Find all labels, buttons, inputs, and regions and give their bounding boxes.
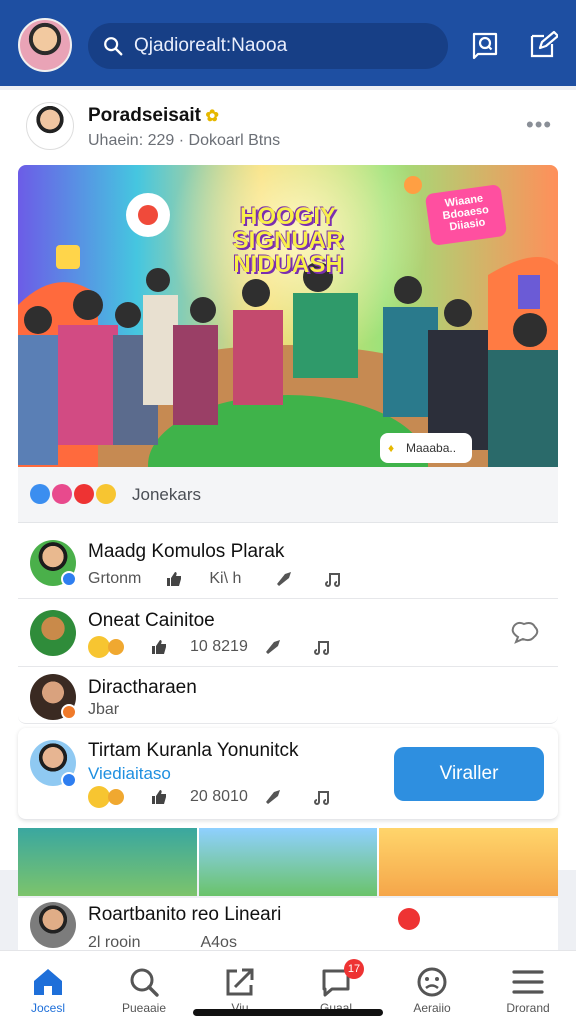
share-icon[interactable] xyxy=(275,570,293,588)
emoji-icon xyxy=(88,786,110,808)
tab-label: Aeraiio xyxy=(413,1001,451,1015)
search-icon xyxy=(130,968,159,997)
comment-meta-text: Jbar xyxy=(88,701,120,718)
search-icon xyxy=(104,37,123,56)
tag-icon: ♦ xyxy=(388,441,395,455)
like-icon[interactable] xyxy=(150,638,168,656)
reaction-icons xyxy=(30,484,118,504)
author-subtitle: Uhaein: 229 · Dokoarl Btns xyxy=(88,132,281,149)
more-options-icon[interactable]: ••• xyxy=(526,112,552,138)
media-strip xyxy=(18,828,559,896)
compose-icon[interactable] xyxy=(528,30,558,60)
verified-badge-icon xyxy=(61,571,77,587)
home-icon xyxy=(34,969,62,995)
tab-home[interactable]: Jocesl xyxy=(0,951,96,1024)
comment-row[interactable]: Roartbanito reo Lineari 2l rooin A4os xyxy=(18,898,558,954)
search-text: Qjadiorealt:Naooa xyxy=(134,35,288,56)
love-reaction-icon xyxy=(52,484,72,504)
music-icon[interactable] xyxy=(313,788,332,806)
menu-icon xyxy=(512,970,544,994)
tab-menu[interactable]: Drorand xyxy=(480,951,576,1024)
music-icon[interactable] xyxy=(313,638,332,656)
comment-avatar[interactable] xyxy=(30,610,76,656)
comment-title: Oneat Cainitoe xyxy=(88,610,215,631)
emoji-icon xyxy=(88,636,110,658)
comment-meta: 20 8010 xyxy=(88,786,332,808)
share-icon[interactable] xyxy=(264,638,282,656)
like-icon[interactable] xyxy=(165,570,183,588)
verified-badge-icon xyxy=(61,772,77,788)
comment-bubble-icon[interactable] xyxy=(508,620,540,646)
search-bar[interactable]: Qjadiorealt:Naooa xyxy=(88,23,448,69)
comment-meta: Jbar xyxy=(88,701,119,719)
notification-badge: 17 xyxy=(344,959,364,979)
tab-label: Jocesl xyxy=(30,1001,65,1015)
status-badge-icon xyxy=(61,704,77,720)
home-indicator xyxy=(193,1009,383,1016)
profile-avatar[interactable] xyxy=(18,18,72,72)
comment-title: Roartbanito reo Lineari xyxy=(88,904,282,925)
author-name[interactable]: Poradseisait ✿ xyxy=(88,105,219,127)
face-icon xyxy=(417,967,447,997)
comment-count: Ki\ h xyxy=(209,570,242,587)
emoji-icon xyxy=(108,639,124,655)
search-chat-icon[interactable] xyxy=(470,30,500,60)
comment-avatar[interactable] xyxy=(30,902,76,948)
comment-row[interactable]: Maadg Komulos Plarak Grtonm Ki\ h xyxy=(18,527,558,599)
tab-search[interactable]: Pueaaie xyxy=(96,951,192,1024)
comment-row[interactable]: Diractharaen Jbar xyxy=(18,668,558,724)
media-thumbnail[interactable] xyxy=(198,828,378,896)
tab-label: Pueaaie xyxy=(121,1001,167,1015)
banner-speech-bubble: Wiaane Bdoaeso Diiasio xyxy=(424,183,508,247)
share-icon[interactable] xyxy=(264,788,282,806)
emoji-icon xyxy=(108,789,124,805)
reactions-label: Jonekars xyxy=(132,485,201,504)
notification-dot-icon xyxy=(398,908,420,930)
comment-title: Diractharaen xyxy=(88,677,197,698)
share-box-icon xyxy=(226,968,254,996)
comment-title: Maadg Komulos Plarak xyxy=(88,541,285,562)
media-thumbnail[interactable] xyxy=(18,828,197,896)
top-bar: Qjadiorealt:Naooa xyxy=(0,0,576,86)
angry-reaction-icon xyxy=(74,484,94,504)
post-image[interactable]: HOOGIY SIGNUAR NIDUASH Wiaane Bdoaeso Di… xyxy=(18,165,558,467)
reactions-bar[interactable]: Jonekars xyxy=(18,467,558,523)
comment-count: 20 8010 xyxy=(190,788,248,805)
comment-meta: 10 8219 xyxy=(88,636,332,658)
like-icon[interactable] xyxy=(150,788,168,806)
comment-count: 10 8219 xyxy=(190,638,248,655)
music-icon[interactable] xyxy=(325,570,343,588)
comment-title: Tirtam Kuranla Yonunitck xyxy=(88,740,299,761)
haha-reaction-icon xyxy=(96,484,116,504)
banner-tag[interactable]: ♦ Maaaba.. xyxy=(380,433,472,463)
comment-row[interactable]: Oneat Cainitoe 10 8219 xyxy=(18,600,558,667)
comment-meta: Grtonm Ki\ h xyxy=(88,570,343,588)
comment-meta-text: Grtonm xyxy=(88,570,142,587)
media-thumbnail[interactable] xyxy=(379,828,559,896)
viraller-button[interactable]: Viraller xyxy=(394,747,544,801)
tab-profile[interactable]: Aeraiio xyxy=(384,951,480,1024)
comment-subtitle: Viediaitaso xyxy=(88,764,171,783)
tab-label: Drorand xyxy=(506,1001,550,1015)
author-avatar[interactable] xyxy=(26,102,74,150)
like-reaction-icon xyxy=(30,484,50,504)
